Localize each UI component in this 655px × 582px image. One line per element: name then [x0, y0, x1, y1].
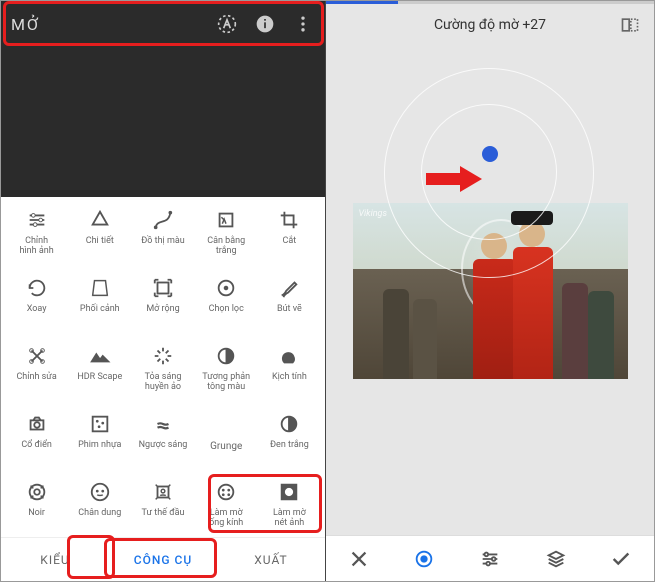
tool-curves[interactable]: Đồ thị màu — [131, 203, 194, 271]
apply-button[interactable] — [605, 543, 637, 575]
tool-details[interactable]: Chi tiết — [68, 203, 131, 271]
overflow-icon[interactable] — [291, 12, 315, 36]
slider-readout: Cường độ mờ +27 — [326, 4, 654, 46]
cancel-button[interactable] — [343, 543, 375, 575]
tool-grunge[interactable]: GrungeGrunge — [195, 407, 258, 475]
tool-label: Phim nhựa — [78, 440, 121, 450]
vignette-icon — [278, 481, 300, 503]
tool-expand[interactable]: Mở rộng — [131, 271, 194, 339]
edited-photo: Vikings — [353, 203, 628, 379]
tool-label: Noir — [28, 508, 45, 518]
tool-rotate[interactable]: Xoay — [5, 271, 68, 339]
tool-label: Xoay — [27, 304, 47, 314]
curves-icon — [152, 209, 174, 231]
whitebalance-icon — [215, 209, 237, 231]
tool-label: Chân dung — [78, 508, 121, 518]
tool-label: Bút vẽ — [277, 304, 302, 314]
tool-hdr[interactable]: HDR Scape — [68, 339, 131, 407]
tool-portrait[interactable]: Chân dung — [68, 475, 131, 537]
tool-noir[interactable]: Noir — [5, 475, 68, 537]
info-icon[interactable] — [253, 12, 277, 36]
tool-tune[interactable]: Chỉnhhình ảnh — [5, 203, 68, 271]
tool-tonal[interactable]: Tương phảntông màu — [195, 339, 258, 407]
compare-icon[interactable] — [620, 15, 640, 35]
tool-label: Phối cảnh — [80, 304, 120, 314]
tool-label: Chỉnh sửa — [16, 372, 56, 382]
tool-label: Ngược sáng — [139, 440, 188, 450]
tab-tools[interactable]: CÔNG CỤ — [109, 538, 217, 581]
drama-icon — [278, 345, 300, 367]
focus-point[interactable] — [482, 146, 498, 162]
tool-crop[interactable]: Cắt — [258, 203, 321, 271]
tool-label: Đen trắng — [270, 440, 309, 450]
tool-label: Cân bằngtrắng — [207, 236, 245, 257]
tool-selective[interactable]: Chọn lọc — [195, 271, 258, 339]
grunge-icon: Grunge — [210, 435, 242, 457]
tool-label: Chọn lọc — [209, 304, 244, 314]
tool-whitebalance[interactable]: Cân bằngtrắng — [195, 203, 258, 271]
tools-panel: Chỉnhhình ảnh Chi tiết Đồ thị màu Cân bằngt… — [1, 197, 325, 537]
watermark: Vikings — [359, 209, 387, 219]
tool-perspective[interactable]: Phối cảnh — [68, 271, 131, 339]
healing-icon — [26, 345, 48, 367]
tab-styles[interactable]: KIỂU — [1, 538, 109, 581]
portrait-icon — [89, 481, 111, 503]
details-icon — [89, 209, 111, 231]
editor-screen: Cường độ mờ +27 Vikings — [326, 1, 654, 581]
lensblur-icon — [215, 481, 237, 503]
bw-icon — [278, 413, 300, 435]
adjust-button[interactable] — [474, 543, 506, 575]
tool-healing[interactable]: Chỉnh sửa — [5, 339, 68, 407]
tool-bw[interactable]: Đen trắng — [258, 407, 321, 475]
perspective-icon — [89, 277, 111, 299]
hdr-icon — [89, 345, 111, 367]
photo-preview: MỞ — [1, 1, 325, 197]
headpose-icon — [152, 481, 174, 503]
tool-vintage[interactable]: Cổ điển — [5, 407, 68, 475]
tool-label: Làm mờống kính — [209, 508, 243, 529]
auto-icon[interactable] — [215, 12, 239, 36]
tool-label: Cắt — [283, 236, 297, 246]
tune-icon — [26, 209, 48, 231]
tool-label: Tư thế đầu — [142, 508, 185, 518]
tool-label: Tương phảntông màu — [202, 372, 250, 393]
expand-icon — [152, 277, 174, 299]
tool-label: HDR Scape — [77, 372, 122, 382]
tool-vignette[interactable]: Làm mờnét ảnh — [258, 475, 321, 537]
tool-label: Tỏa sánghuyền ảo — [145, 372, 182, 393]
tool-label: Kịch tính — [272, 372, 307, 382]
canvas[interactable]: Vikings — [326, 46, 654, 535]
tool-label: Chỉnhhình ảnh — [20, 236, 54, 257]
brush-icon — [278, 277, 300, 299]
tonal-icon — [215, 345, 237, 367]
noir-icon — [26, 481, 48, 503]
selective-icon — [215, 277, 237, 299]
tool-glamour[interactable]: Tỏa sánghuyền ảo — [131, 339, 194, 407]
grainy-icon — [89, 413, 111, 435]
tab-export[interactable]: XUẤT — [217, 538, 325, 581]
vintage-icon — [26, 413, 48, 435]
slider-label: Cường độ mờ +27 — [434, 17, 546, 33]
tool-grainy[interactable]: Phim nhựa — [68, 407, 131, 475]
blur-shape-button[interactable] — [408, 543, 440, 575]
tool-label: Mở rộng — [146, 304, 179, 314]
tool-brush[interactable]: Bút vẽ — [258, 271, 321, 339]
tool-lensblur[interactable]: Làm mờống kính — [195, 475, 258, 537]
tool-retrolux[interactable]: Ngược sáng — [131, 407, 194, 475]
tool-drama[interactable]: Kịch tính — [258, 339, 321, 407]
retrolux-icon — [152, 413, 174, 435]
tool-label: Làm mờnét ảnh — [273, 508, 306, 529]
crop-icon — [278, 209, 300, 231]
tool-headpose[interactable]: Tư thế đầu — [131, 475, 194, 537]
tool-label: Đồ thị màu — [141, 236, 184, 246]
open-button[interactable]: MỞ — [11, 15, 40, 34]
tool-label: Chi tiết — [86, 236, 114, 246]
annotation-arrow — [426, 166, 482, 192]
rotate-icon — [26, 277, 48, 299]
stack-button[interactable] — [540, 543, 572, 575]
tool-label: Cổ điển — [21, 440, 52, 450]
glamour-icon — [152, 345, 174, 367]
